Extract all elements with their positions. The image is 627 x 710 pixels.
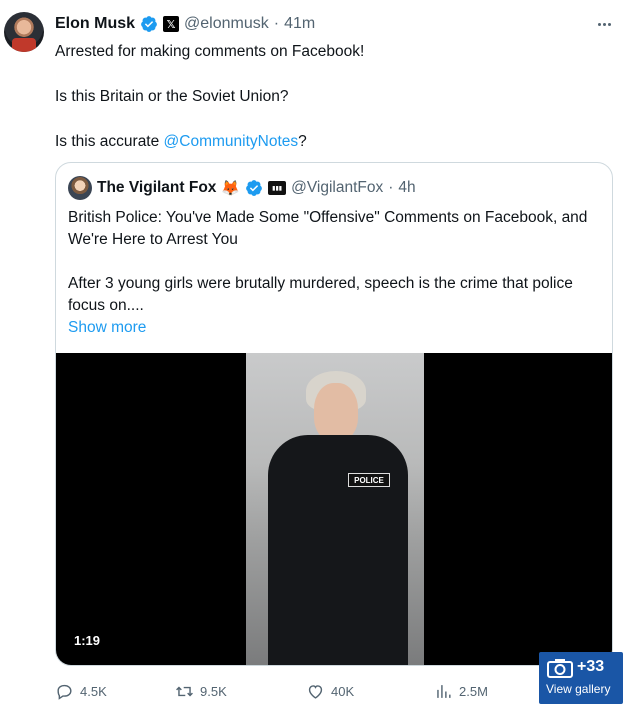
fox-emoji-icon: 🦊 bbox=[221, 180, 241, 197]
like-button[interactable]: 40K bbox=[306, 680, 354, 702]
question-prefix: Is this accurate bbox=[55, 133, 164, 150]
tweet-line: Is this accurate @CommunityNotes? bbox=[55, 131, 615, 154]
community-notes-mention[interactable]: @CommunityNotes bbox=[164, 133, 299, 150]
police-vest-label: POLICE bbox=[348, 473, 390, 487]
verified-badge-icon bbox=[246, 180, 262, 196]
question-suffix: ? bbox=[298, 133, 307, 150]
retweet-button[interactable]: 9.5K bbox=[175, 680, 227, 702]
video-frame: POLICE bbox=[246, 353, 424, 665]
quoted-author-name[interactable]: The Vigilant Fox bbox=[97, 179, 216, 197]
like-count: 40K bbox=[331, 683, 355, 699]
action-bar: 4.5K 9.5K 40K 2.5M bbox=[55, 680, 615, 702]
tweet-header: Elon Musk 𝕏 @elonmusk · 41m bbox=[55, 12, 315, 36]
gallery-count: +33 bbox=[577, 658, 605, 675]
tweet-line: Arrested for making comments on Facebook… bbox=[55, 43, 365, 60]
reply-icon bbox=[57, 684, 72, 700]
heart-icon bbox=[308, 684, 323, 699]
retweet-count: 9.5K bbox=[200, 683, 227, 699]
views-chart-icon bbox=[437, 684, 451, 698]
quoted-tweet-time[interactable]: 4h bbox=[398, 179, 415, 197]
show-more-link[interactable]: Show more bbox=[68, 317, 603, 339]
author-avatar[interactable] bbox=[4, 12, 44, 52]
video-figure-body bbox=[268, 435, 408, 665]
author-name[interactable]: Elon Musk bbox=[55, 15, 135, 33]
x-logo-icon: 𝕏 bbox=[163, 16, 180, 32]
view-count: 2.5M bbox=[459, 683, 488, 699]
tweet-time[interactable]: 41m bbox=[284, 15, 315, 33]
tweet-text: Arrested for making comments on Facebook… bbox=[55, 41, 615, 154]
affiliate-badge-icon: ▮▮▮ bbox=[268, 181, 287, 195]
quoted-line: British Police: You've Made Some "Offens… bbox=[68, 209, 588, 248]
camera-icon bbox=[547, 659, 573, 678]
views-button[interactable]: 2.5M bbox=[434, 680, 488, 702]
reply-count: 4.5K bbox=[80, 683, 107, 699]
verified-badge-icon bbox=[141, 16, 157, 32]
more-options-icon[interactable] bbox=[592, 14, 616, 34]
retweet-icon bbox=[176, 686, 193, 696]
video-duration: 1:19 bbox=[74, 633, 101, 648]
author-handle[interactable]: @elonmusk bbox=[184, 15, 269, 33]
quoted-line: After 3 young girls were brutally murder… bbox=[68, 275, 573, 314]
quoted-author-avatar[interactable] bbox=[68, 176, 92, 200]
quoted-tweet-header: The Vigilant Fox 🦊 ▮▮▮ @VigilantFox · 4h bbox=[68, 176, 416, 200]
gallery-label: View gallery bbox=[546, 682, 611, 696]
video-figure-head bbox=[314, 383, 358, 441]
quoted-tweet-text: British Police: You've Made Some "Offens… bbox=[68, 207, 603, 339]
separator-dot: · bbox=[388, 179, 394, 196]
reply-button[interactable]: 4.5K bbox=[55, 680, 107, 702]
view-gallery-button[interactable]: +33 View gallery bbox=[539, 652, 623, 704]
video-player[interactable]: POLICE 1:19 bbox=[56, 353, 612, 665]
tweet-line: Is this Britain or the Soviet Union? bbox=[55, 88, 289, 105]
separator-dot: · bbox=[273, 15, 280, 32]
quoted-tweet[interactable]: The Vigilant Fox 🦊 ▮▮▮ @VigilantFox · 4h… bbox=[55, 162, 613, 666]
quoted-author-handle[interactable]: @VigilantFox bbox=[291, 179, 383, 197]
